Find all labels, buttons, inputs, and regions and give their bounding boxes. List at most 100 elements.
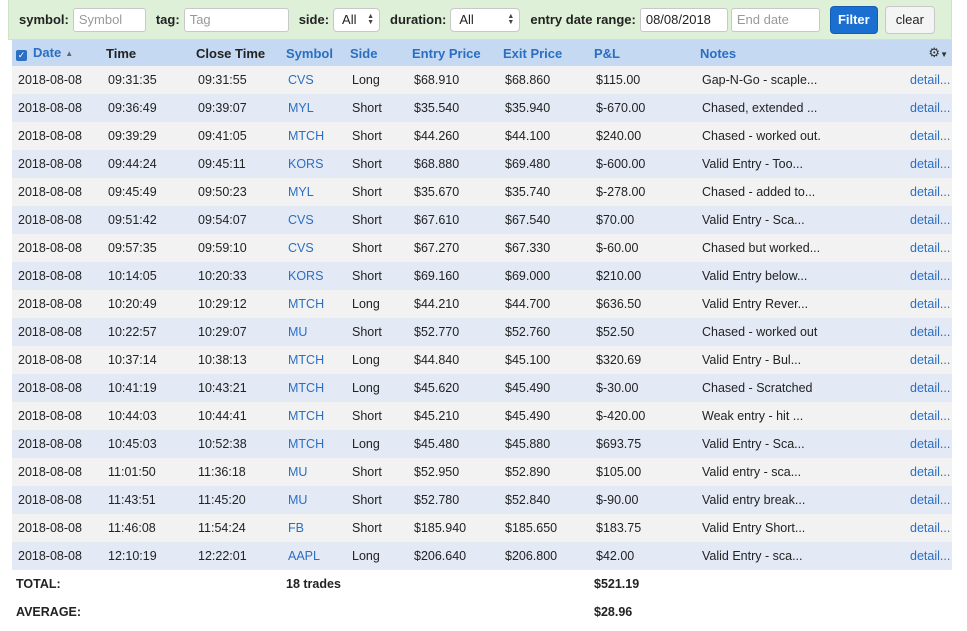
detail-link[interactable]: detail...	[904, 542, 952, 570]
table-row[interactable]: 2018-08-08 10:20:49 10:29:12 MTCH Long $44.21…	[12, 290, 952, 318]
detail-link-label[interactable]: detail...	[910, 409, 950, 423]
table-row[interactable]: 2018-08-08 10:37:14 10:38:13 MTCH Long $44.84…	[12, 346, 952, 374]
detail-link[interactable]: detail...	[904, 94, 952, 122]
column-header-side[interactable]: Side	[346, 40, 408, 66]
detail-link[interactable]: detail...	[904, 402, 952, 430]
detail-link-label[interactable]: detail...	[910, 241, 950, 255]
column-header-time[interactable]: Time	[102, 40, 192, 66]
detail-link[interactable]: detail...	[904, 346, 952, 374]
cell-symbol[interactable]: MU	[282, 318, 346, 346]
table-row[interactable]: 2018-08-08 09:44:24 09:45:11 KORS Short $68.8…	[12, 150, 952, 178]
table-row[interactable]: 2018-08-08 12:10:19 12:22:01 AAPL Long $206.6…	[12, 542, 952, 570]
tag-filter-input[interactable]	[183, 7, 289, 32]
table-row[interactable]: 2018-08-08 10:41:19 10:43:21 MTCH Long $45.62…	[12, 374, 952, 402]
cell-symbol[interactable]: MTCH	[282, 346, 346, 374]
symbol-filter-input[interactable]	[72, 7, 146, 32]
cell-time: 10:14:05	[102, 262, 192, 290]
detail-link-label[interactable]: detail...	[910, 521, 950, 535]
table-row[interactable]: 2018-08-08 11:46:08 11:54:24 FB Short $185.94…	[12, 514, 952, 542]
column-header-date[interactable]: ✓ Date ▲	[12, 40, 102, 66]
filter-button[interactable]: Filter	[829, 5, 878, 34]
detail-link[interactable]: detail...	[904, 150, 952, 178]
cell-symbol[interactable]: CVS	[282, 234, 346, 262]
detail-link-label[interactable]: detail...	[910, 129, 950, 143]
detail-link[interactable]: detail...	[904, 234, 952, 262]
table-row[interactable]: 2018-08-08 09:51:42 09:54:07 CVS Short $67.61…	[12, 206, 952, 234]
detail-link-label[interactable]: detail...	[910, 157, 950, 171]
cell-pnl: $-600.00	[590, 150, 696, 178]
detail-link-label[interactable]: detail...	[910, 493, 950, 507]
detail-link[interactable]: detail...	[904, 486, 952, 514]
detail-link-label[interactable]: detail...	[910, 269, 950, 283]
cell-symbol[interactable]: AAPL	[282, 542, 346, 570]
column-header-close-time[interactable]: Close Time	[192, 40, 282, 66]
detail-link[interactable]: detail...	[904, 262, 952, 290]
detail-link[interactable]: detail...	[904, 290, 952, 318]
table-row[interactable]: 2018-08-08 11:43:51 11:45:20 MU Short $52.780…	[12, 486, 952, 514]
detail-link-label[interactable]: detail...	[910, 101, 950, 115]
cell-symbol[interactable]: CVS	[282, 66, 346, 94]
start-date-input[interactable]	[639, 7, 728, 32]
detail-link-label[interactable]: detail...	[910, 73, 950, 87]
detail-link-label[interactable]: detail...	[910, 465, 950, 479]
end-date-input[interactable]	[730, 7, 820, 32]
cell-symbol[interactable]: FB	[282, 514, 346, 542]
duration-filter-select[interactable]: All ▲ ▼	[450, 7, 521, 32]
table-row[interactable]: 2018-08-08 10:22:57 10:29:07 MU Short $52.770…	[12, 318, 952, 346]
detail-link-label[interactable]: detail...	[910, 185, 950, 199]
cell-side: Short	[346, 122, 408, 150]
table-row[interactable]: 2018-08-08 09:31:35 09:31:55 CVS Long $68.910…	[12, 66, 952, 94]
column-header-entry-price[interactable]: Entry Price	[408, 40, 499, 66]
detail-link-label[interactable]: detail...	[910, 297, 950, 311]
cell-symbol[interactable]: CVS	[282, 206, 346, 234]
detail-link[interactable]: detail...	[904, 178, 952, 206]
checkbox-checked-icon[interactable]: ✓	[16, 50, 27, 61]
cell-pnl: $52.50	[590, 318, 696, 346]
table-row[interactable]: 2018-08-08 09:57:35 09:59:10 CVS Short $67.27…	[12, 234, 952, 262]
cell-exit-price: $45.490	[499, 374, 590, 402]
column-header-notes[interactable]: Notes	[696, 40, 904, 66]
detail-link-label[interactable]: detail...	[910, 549, 950, 563]
cell-symbol[interactable]: MTCH	[282, 430, 346, 458]
detail-link[interactable]: detail...	[904, 206, 952, 234]
cell-symbol[interactable]: KORS	[282, 262, 346, 290]
column-header-exit-price[interactable]: Exit Price	[499, 40, 590, 66]
detail-link-label[interactable]: detail...	[910, 213, 950, 227]
cell-symbol[interactable]: MTCH	[282, 290, 346, 318]
cell-date: 2018-08-08	[12, 430, 102, 458]
table-row[interactable]: 2018-08-08 10:44:03 10:44:41 MTCH Short $45.2…	[12, 402, 952, 430]
total-row: TOTAL: 18 trades $521.19	[12, 570, 952, 598]
detail-link-label[interactable]: detail...	[910, 353, 950, 367]
table-row[interactable]: 2018-08-08 09:39:29 09:41:05 MTCH Short $44.2…	[12, 122, 952, 150]
table-row[interactable]: 2018-08-08 10:14:05 10:20:33 KORS Short $69.1…	[12, 262, 952, 290]
cell-symbol[interactable]: KORS	[282, 150, 346, 178]
cell-pnl: $115.00	[590, 66, 696, 94]
gear-icon[interactable]: ⚙▼	[908, 45, 952, 61]
column-header-symbol[interactable]: Symbol	[282, 40, 346, 66]
table-row[interactable]: 2018-08-08 10:45:03 10:52:38 MTCH Long $45.48…	[12, 430, 952, 458]
detail-link[interactable]: detail...	[904, 374, 952, 402]
detail-link[interactable]: detail...	[904, 514, 952, 542]
cell-symbol[interactable]: MU	[282, 486, 346, 514]
detail-link-label[interactable]: detail...	[910, 325, 950, 339]
detail-link-label[interactable]: detail...	[910, 381, 950, 395]
column-settings[interactable]: ⚙▼	[904, 40, 952, 66]
detail-link-label[interactable]: detail...	[910, 437, 950, 451]
detail-link[interactable]: detail...	[904, 122, 952, 150]
detail-link[interactable]: detail...	[904, 66, 952, 94]
table-row[interactable]: 2018-08-08 09:36:49 09:39:07 MYL Short $35.54…	[12, 94, 952, 122]
side-filter-select[interactable]: All ▲ ▼	[333, 7, 381, 32]
detail-link[interactable]: detail...	[904, 430, 952, 458]
table-row[interactable]: 2018-08-08 11:01:50 11:36:18 MU Short $52.950…	[12, 458, 952, 486]
cell-symbol[interactable]: MTCH	[282, 122, 346, 150]
detail-link[interactable]: detail...	[904, 458, 952, 486]
cell-symbol[interactable]: MTCH	[282, 402, 346, 430]
cell-symbol[interactable]: MTCH	[282, 374, 346, 402]
column-header-pnl[interactable]: P&L	[590, 40, 696, 66]
cell-symbol[interactable]: MYL	[282, 178, 346, 206]
table-row[interactable]: 2018-08-08 09:45:49 09:50:23 MYL Short $35.67…	[12, 178, 952, 206]
cell-symbol[interactable]: MU	[282, 458, 346, 486]
cell-symbol[interactable]: MYL	[282, 94, 346, 122]
detail-link[interactable]: detail...	[904, 318, 952, 346]
clear-button[interactable]: clear	[884, 5, 935, 34]
